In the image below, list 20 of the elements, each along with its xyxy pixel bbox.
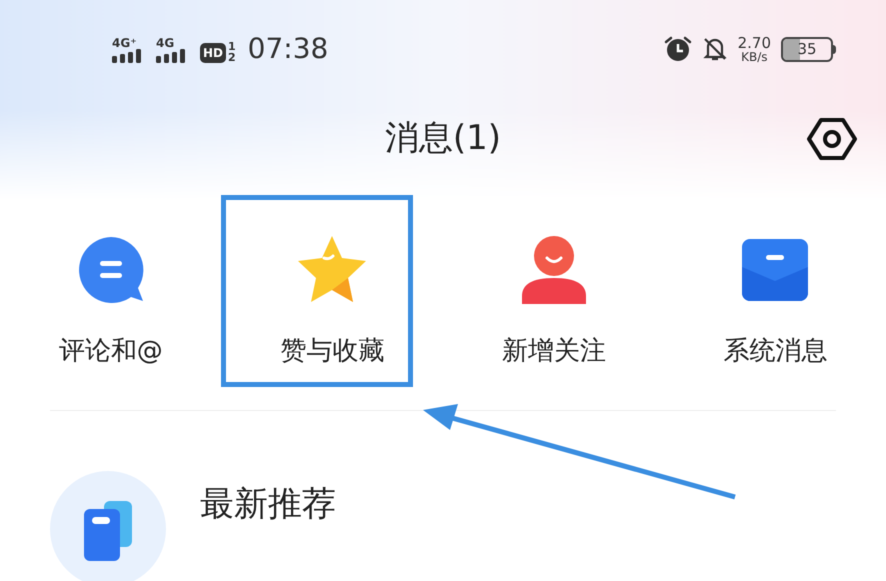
battery-percent: 35 <box>796 38 818 60</box>
clock-time: 07:38 <box>248 35 328 63</box>
sim-number: 1 <box>228 41 236 52</box>
settings-button[interactable] <box>806 116 858 162</box>
envelope-icon <box>740 237 810 303</box>
category-button[interactable]: 赞与收藏 <box>257 230 408 364</box>
settings-icon <box>807 117 857 161</box>
recommend-title: 最新推荐 <box>200 487 336 521</box>
muted-bell-icon <box>702 36 728 62</box>
category-button[interactable]: 新增关注 <box>478 230 629 364</box>
category-button[interactable]: 评论和@ <box>36 230 186 364</box>
sim-number: 2 <box>228 52 236 63</box>
hd-badge: HD <box>200 43 226 63</box>
network-label: 4G <box>156 37 174 49</box>
speed-value: 2.70 <box>738 36 771 50</box>
network-label: 4G⁺ <box>112 37 137 49</box>
speed-unit: KB/s <box>741 50 768 62</box>
alarm-clock-icon <box>664 36 692 62</box>
page-title: 消息(1) <box>384 116 502 160</box>
category-button[interactable]: 系统消息 <box>700 230 850 364</box>
